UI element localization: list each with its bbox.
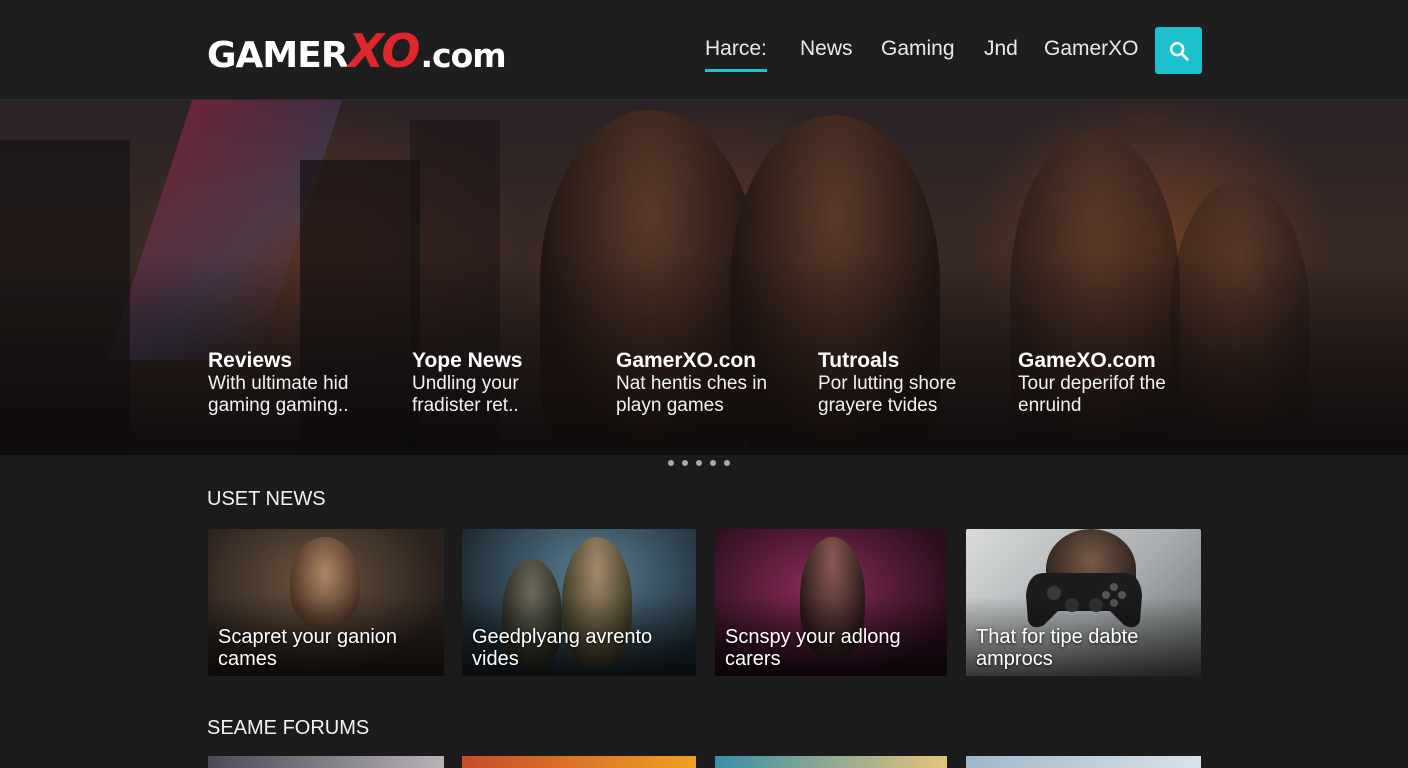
search-button[interactable] (1155, 27, 1202, 74)
news-card-caption: Geedplyang avrento vides (472, 626, 688, 670)
news-card[interactable]: Geedplyang avrento vides (462, 529, 696, 676)
forum-card[interactable] (208, 756, 444, 768)
hero-caption-news[interactable]: Yope News Undling your fradister ret.. (412, 348, 602, 417)
hero-caption-line: Por lutting shore (818, 373, 957, 394)
forums-title: SEAME FORUMS (207, 717, 370, 739)
forum-card[interactable] (462, 756, 696, 768)
hero-caption-reviews[interactable]: Reviews With ultimate hid gaming gaming.… (208, 348, 398, 417)
hero-caption-title: GamerXO.con (616, 349, 757, 372)
news-card-line: amprocs (976, 648, 1053, 670)
nav-item-gaming[interactable]: Gaming (881, 37, 955, 61)
news-card-line: vides (472, 648, 519, 670)
news-card-line: That for tipe dabte (976, 626, 1139, 648)
news-card[interactable]: That for tipe dabte amprocs (966, 529, 1201, 676)
hero-caption-line: grayere tvides (818, 395, 938, 416)
hero-caption-title: Yope News (412, 349, 523, 372)
hero-caption-line: With ultimate hid (208, 373, 349, 394)
carousel-dot[interactable] (710, 460, 716, 466)
search-icon (1169, 41, 1189, 61)
news-card-line: Scnspy your adlong (725, 626, 901, 648)
carousel-dot[interactable] (668, 460, 674, 466)
hero-caption-gamerxo[interactable]: GamerXO.con Nat hentis ches in playn gam… (616, 348, 806, 417)
nav-item-gamerxo[interactable]: GamerXO (1044, 37, 1139, 61)
news-card-line: Scapret your ganion (218, 626, 398, 648)
hero-caption-title: Tutroals (818, 349, 900, 372)
news-card-caption: That for tipe dabte amprocs (976, 626, 1193, 670)
site-header: GAMER XO .com Harce: News Gaming Jnd Gam… (0, 0, 1408, 100)
news-card-caption: Scapret your ganion cames (218, 626, 436, 670)
news-card-line: carers (725, 648, 781, 670)
latest-news-title: USET NEWS (207, 488, 326, 510)
hero-caption-line: fradister ret.. (412, 395, 519, 416)
forum-card[interactable] (966, 756, 1201, 768)
hero-caption-line: Nat hentis ches in (616, 373, 768, 394)
hero-caption-tutorials[interactable]: Tutroals Por lutting shore grayere tvide… (818, 348, 1008, 417)
logo-part-gamer: GAMER (207, 35, 349, 76)
nav-item-news[interactable]: News (800, 37, 853, 61)
hero-caption-line: Tour deperifof the (1018, 373, 1166, 394)
forum-card[interactable] (715, 756, 947, 768)
hero-caption-line: playn games (616, 395, 724, 416)
nav-item-jnd[interactable]: Jnd (984, 37, 1018, 61)
carousel-dot[interactable] (724, 460, 730, 466)
hero-caption-gamexo[interactable]: GameXO.com Tour deperifof the enruind (1018, 348, 1208, 417)
nav-item-home[interactable]: Harce: (705, 37, 767, 72)
carousel-dots (668, 460, 730, 466)
hero-caption-line: enruind (1018, 395, 1082, 416)
hero-banner[interactable]: Reviews With ultimate hid gaming gaming.… (0, 100, 1408, 455)
news-card[interactable]: Scnspy your adlong carers (715, 529, 947, 676)
carousel-dot[interactable] (682, 460, 688, 466)
logo-part-com: .com (420, 36, 506, 75)
hero-caption-line: Undling your (412, 373, 519, 394)
hero-caption-line: gaming gaming.. (208, 395, 349, 416)
news-card-line: Geedplyang avrento (472, 626, 653, 648)
logo-part-xo: XO (348, 24, 421, 78)
news-card-caption: Scnspy your adlong carers (725, 626, 939, 670)
hero-caption-title: Reviews (208, 349, 293, 372)
news-card[interactable]: Scapret your ganion cames (208, 529, 444, 676)
carousel-dot[interactable] (696, 460, 702, 466)
hero-caption-title: GameXO.com (1018, 349, 1156, 372)
site-logo[interactable]: GAMER XO .com (207, 24, 507, 78)
news-card-line: cames (218, 648, 277, 670)
